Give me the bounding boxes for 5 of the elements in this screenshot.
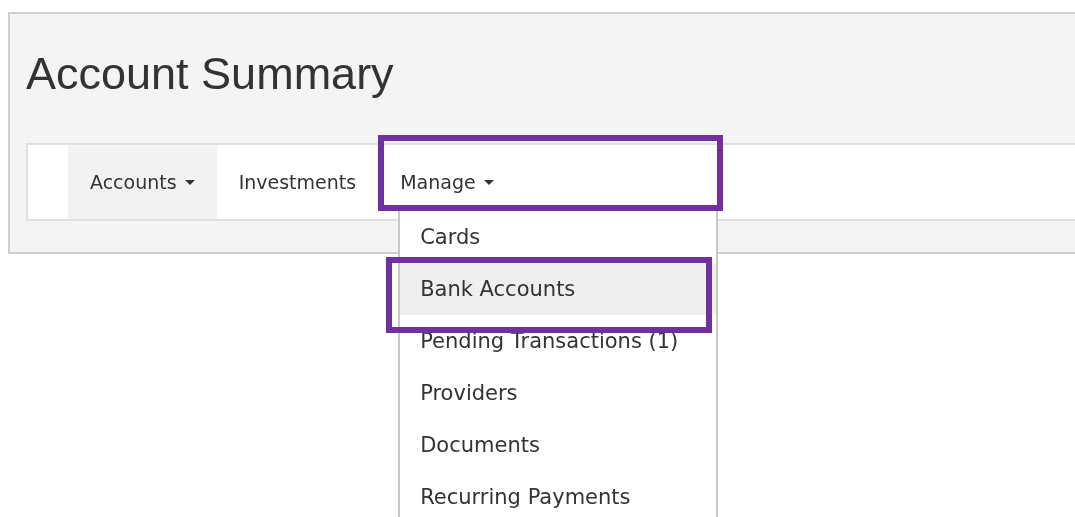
page-title: Account Summary bbox=[26, 48, 395, 100]
caret-icon bbox=[483, 179, 494, 185]
nav-tab[interactable]: Accounts bbox=[68, 145, 217, 219]
caret-icon bbox=[184, 179, 195, 185]
menu-item[interactable]: Bank Accounts bbox=[400, 263, 717, 315]
